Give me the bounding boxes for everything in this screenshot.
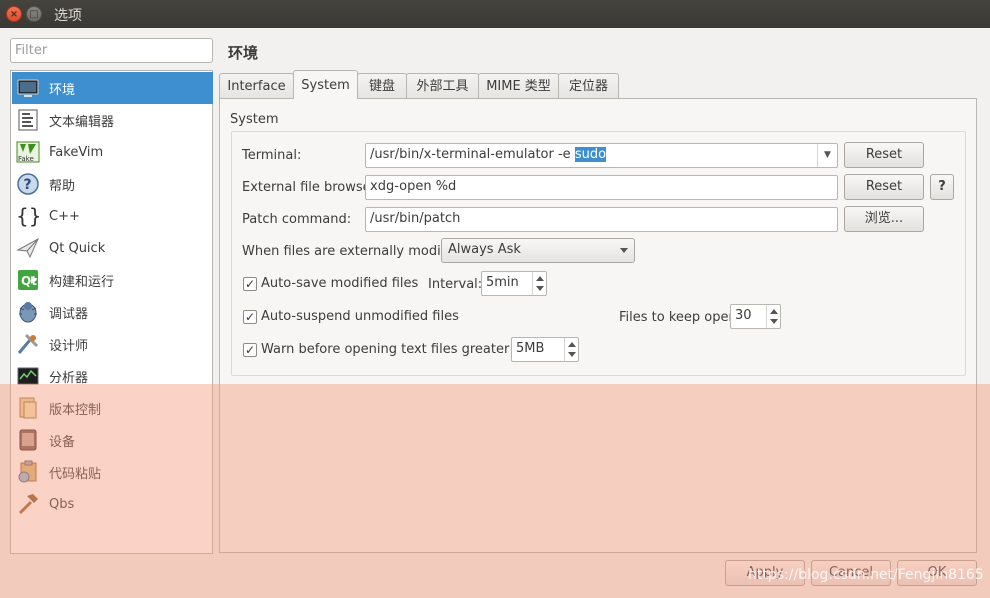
- tab-system[interactable]: System: [293, 70, 358, 99]
- interval-spinbox[interactable]: 5min: [481, 271, 547, 296]
- keep-open-value: 30: [735, 308, 752, 323]
- tab-keyboard[interactable]: 键盘: [357, 73, 407, 99]
- tab-mime-types[interactable]: MIME 类型: [478, 73, 559, 99]
- qt-quick-icon: [16, 236, 40, 260]
- tab-locator[interactable]: 定位器: [558, 73, 619, 99]
- text-editor-icon: [16, 108, 40, 132]
- terminal-selected-text: sudo: [574, 147, 607, 162]
- group-title: System: [230, 112, 279, 127]
- modified-label: When files are externally modified:: [242, 244, 470, 259]
- tab-interface[interactable]: Interface: [219, 73, 294, 99]
- category-item-text-editor[interactable]: 文本编辑器: [12, 104, 213, 136]
- cpp-braces-icon: {}: [16, 204, 41, 228]
- filter-input[interactable]: Filter: [10, 38, 213, 63]
- category-item-qbs[interactable]: Qbs: [12, 488, 213, 520]
- category-label: 设备: [49, 434, 76, 450]
- svg-text:{}: {}: [16, 204, 40, 228]
- chevron-down-icon: [620, 248, 628, 253]
- browser-reset-button[interactable]: Reset: [844, 174, 924, 200]
- device-icon: [16, 428, 40, 452]
- category-label: 代码粘贴: [49, 466, 102, 482]
- spin-arrows-icon[interactable]: [532, 272, 546, 295]
- patch-label: Patch command:: [242, 212, 352, 227]
- category-label: 构建和运行: [49, 274, 115, 290]
- category-label: 环境: [49, 82, 76, 98]
- browser-label: External file browser:: [242, 180, 381, 195]
- terminal-label: Terminal:: [242, 148, 302, 163]
- analyzer-icon: [16, 364, 40, 388]
- svg-text:Fake: Fake: [18, 155, 34, 163]
- maximize-window-button[interactable]: □: [26, 6, 42, 22]
- category-label: Qbs: [49, 496, 75, 512]
- spin-arrows-icon[interactable]: [766, 305, 780, 328]
- warn-checkbox[interactable]: ✓: [243, 343, 257, 357]
- warn-label: Warn before opening text files greater t…: [261, 342, 544, 357]
- category-label: 调试器: [49, 306, 89, 322]
- category-label: C++: [49, 208, 80, 224]
- category-item-device[interactable]: 设备: [12, 424, 213, 456]
- autosave-checkbox[interactable]: ✓: [243, 277, 257, 291]
- terminal-value-text: /usr/bin/x-terminal-emulator -e: [370, 147, 575, 162]
- interval-label: Interval:: [428, 277, 483, 292]
- debugger-icon: [16, 300, 40, 324]
- category-item-designer[interactable]: 设计师: [12, 328, 213, 360]
- title-bar: × □ 选项: [0, 0, 990, 28]
- category-item-build-run[interactable]: Qt 构建和运行: [12, 264, 213, 296]
- warn-size-value: 5MB: [516, 341, 545, 356]
- help-button[interactable]: ?: [930, 174, 954, 200]
- monitor-icon: [16, 76, 40, 100]
- code-paste-icon: [16, 460, 40, 484]
- window-title: 选项: [54, 8, 82, 24]
- keep-open-label: Files to keep open:: [619, 310, 742, 325]
- category-item-debugger[interactable]: 调试器: [12, 296, 213, 328]
- patch-input[interactable]: /usr/bin/patch: [365, 207, 838, 232]
- modified-selected-value: Always Ask: [448, 242, 521, 257]
- spin-arrows-icon[interactable]: [564, 338, 578, 361]
- category-item-code-paste[interactable]: 代码粘贴: [12, 456, 213, 488]
- designer-icon: [16, 332, 40, 356]
- category-item-fakevim[interactable]: Fake FakeVim: [12, 136, 213, 168]
- svg-text:?: ?: [24, 177, 32, 193]
- category-item-cpp[interactable]: {} C++: [12, 200, 213, 232]
- autosave-label: Auto-save modified files: [261, 276, 419, 291]
- terminal-reset-button[interactable]: Reset: [844, 142, 924, 168]
- chevron-down-icon[interactable]: ▼: [817, 144, 837, 167]
- category-label: 文本编辑器: [49, 114, 115, 130]
- modified-behavior-select[interactable]: Always Ask: [441, 238, 635, 263]
- category-item-analyzer[interactable]: 分析器: [12, 360, 213, 392]
- category-label: 帮助: [49, 178, 76, 194]
- build-run-icon: Qt: [16, 268, 40, 292]
- tab-external-tools[interactable]: 外部工具: [406, 73, 479, 99]
- category-label: FakeVim: [49, 144, 104, 160]
- interval-value: 5min: [486, 275, 519, 290]
- category-item-help[interactable]: ? 帮助: [12, 168, 213, 200]
- category-label: 版本控制: [49, 402, 102, 418]
- autosuspend-label: Auto-suspend unmodified files: [261, 309, 459, 324]
- category-list: 环境 文本编辑器 Fake FakeVim ? 帮助 {} C++ Qt Qui…: [10, 70, 213, 554]
- autosuspend-checkbox[interactable]: ✓: [243, 310, 257, 324]
- browser-input[interactable]: xdg-open %d: [365, 175, 838, 200]
- category-label: 分析器: [49, 370, 89, 386]
- keep-open-spinbox[interactable]: 30: [730, 304, 781, 329]
- warn-size-spinbox[interactable]: 5MB: [511, 337, 579, 362]
- terminal-combo[interactable]: /usr/bin/x-terminal-emulator -e sudo ▼: [365, 143, 838, 168]
- page-title: 环境: [228, 44, 259, 62]
- category-item-environment[interactable]: 环境: [12, 72, 213, 104]
- version-control-icon: [16, 396, 40, 420]
- patch-browse-button[interactable]: 浏览...: [844, 206, 924, 232]
- category-item-version-control[interactable]: 版本控制: [12, 392, 213, 424]
- hammer-icon: [16, 492, 40, 516]
- category-item-qt-quick[interactable]: Qt Quick: [12, 232, 213, 264]
- watermark: https://blog.csdn.net/Fengjin8165: [748, 567, 984, 583]
- category-label: Qt Quick: [49, 240, 106, 256]
- help-icon: ?: [16, 172, 40, 196]
- close-window-button[interactable]: ×: [6, 6, 22, 22]
- category-label: 设计师: [49, 338, 89, 354]
- fakevim-icon: Fake: [16, 140, 40, 164]
